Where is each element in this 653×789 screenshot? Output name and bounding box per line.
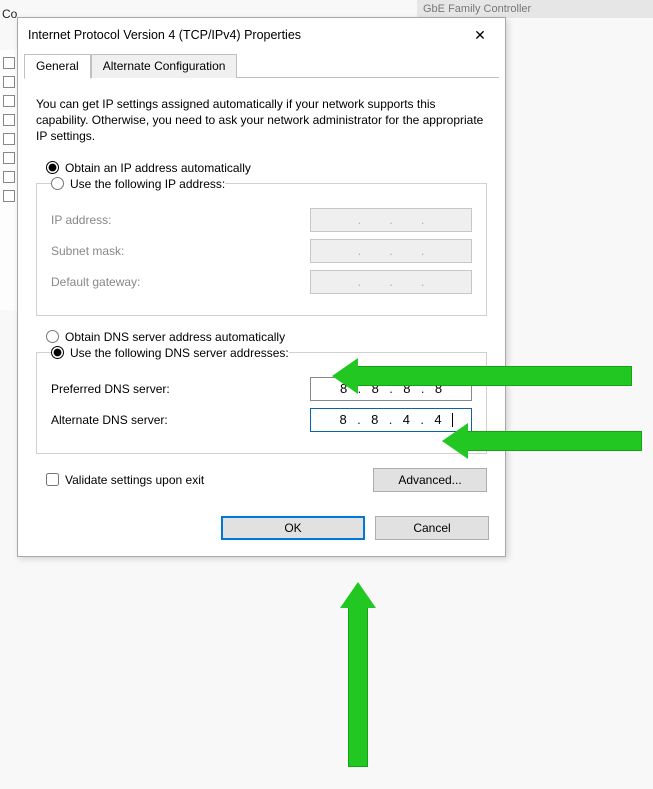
- ok-button[interactable]: OK: [221, 516, 365, 540]
- tab-strip: General Alternate Configuration: [18, 54, 505, 78]
- subnet-mask-input: ...: [310, 239, 472, 263]
- default-gateway-input: ...: [310, 270, 472, 294]
- validate-settings-checkbox[interactable]: [46, 473, 59, 486]
- ip-auto-radio-row[interactable]: Obtain an IP address automatically: [36, 161, 487, 175]
- dns-auto-label: Obtain DNS server address automatically: [65, 330, 285, 344]
- validate-settings-label: Validate settings upon exit: [65, 473, 204, 487]
- close-icon: ✕: [474, 27, 486, 44]
- dialog-title: Internet Protocol Version 4 (TCP/IPv4) P…: [28, 28, 301, 42]
- alternate-dns-label: Alternate DNS server:: [51, 413, 168, 427]
- subnet-mask-row: Subnet mask: ...: [51, 239, 472, 263]
- alternate-dns-row: Alternate DNS server: 8. 8. 4. 4: [51, 408, 472, 432]
- ip-manual-radio[interactable]: [51, 177, 64, 190]
- annotation-arrow-dns-radio: [355, 366, 632, 386]
- ip-auto-radio[interactable]: [46, 161, 59, 174]
- annotation-arrow-alternate-dns: [465, 431, 642, 451]
- ip-address-row: IP address: . . .: [51, 208, 472, 232]
- validate-settings-row[interactable]: Validate settings upon exit: [36, 473, 204, 487]
- dialog-body: You can get IP settings assigned automat…: [18, 78, 505, 508]
- background-header-fragment: GbE Family Controller: [417, 0, 653, 18]
- titlebar: Internet Protocol Version 4 (TCP/IPv4) P…: [18, 18, 505, 52]
- ip-manual-label: Use the following IP address:: [70, 177, 225, 191]
- default-gateway-label: Default gateway:: [51, 275, 140, 289]
- description-text: You can get IP settings assigned automat…: [36, 96, 487, 145]
- dialog-button-row: OK Cancel: [18, 508, 505, 556]
- dns-manual-group: Use the following DNS server addresses: …: [36, 346, 487, 454]
- cancel-button[interactable]: Cancel: [375, 516, 489, 540]
- advanced-button[interactable]: Advanced...: [373, 468, 487, 492]
- background-left-label: Co: [2, 7, 17, 21]
- ip-address-label: IP address:: [51, 213, 111, 227]
- ip-address-input: . . .: [310, 208, 472, 232]
- tab-alternate-configuration[interactable]: Alternate Configuration: [91, 54, 238, 78]
- subnet-mask-label: Subnet mask:: [51, 244, 124, 258]
- annotation-arrow-ok: [348, 605, 368, 767]
- default-gateway-row: Default gateway: ...: [51, 270, 472, 294]
- dns-manual-label: Use the following DNS server addresses:: [70, 346, 289, 360]
- dns-auto-radio[interactable]: [46, 330, 59, 343]
- close-button[interactable]: ✕: [463, 24, 497, 46]
- ip-manual-group: Use the following IP address: IP address…: [36, 177, 487, 316]
- ip-auto-label: Obtain an IP address automatically: [65, 161, 251, 175]
- dns-auto-radio-row[interactable]: Obtain DNS server address automatically: [36, 330, 487, 344]
- tab-general[interactable]: General: [24, 54, 91, 79]
- ipv4-properties-dialog: Internet Protocol Version 4 (TCP/IPv4) P…: [17, 17, 506, 557]
- preferred-dns-label: Preferred DNS server:: [51, 382, 170, 396]
- dns-manual-radio[interactable]: [51, 346, 64, 359]
